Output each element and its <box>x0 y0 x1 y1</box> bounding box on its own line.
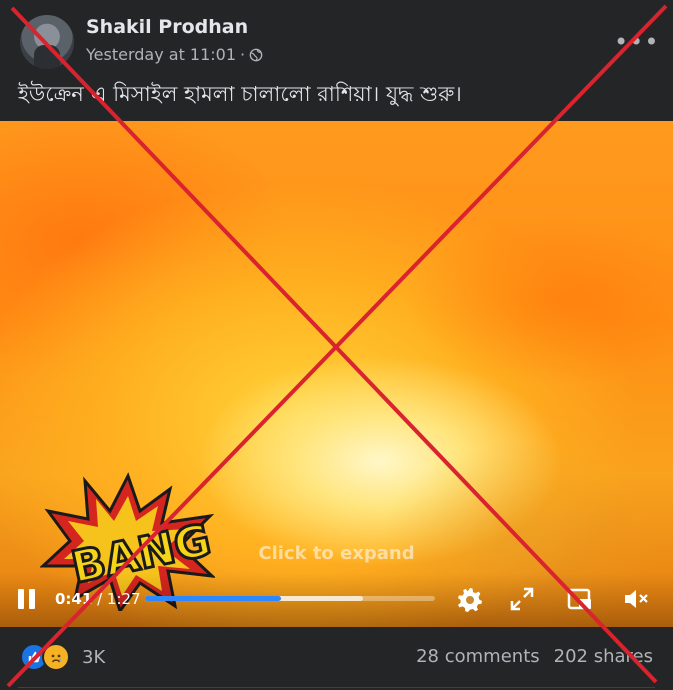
gear-icon[interactable] <box>456 585 484 613</box>
comments-count[interactable]: 28 comments <box>416 646 540 667</box>
author-avatar[interactable] <box>20 15 74 69</box>
sad-icon <box>42 643 70 671</box>
facebook-post: Shakil Prodhan Yesterday at 11:01 · ••• … <box>0 0 673 690</box>
current-time: 0:41 <box>55 590 93 608</box>
progress-played <box>145 596 282 601</box>
meta-separator: · <box>240 45 246 64</box>
globe-icon <box>249 48 263 61</box>
reactions-summary[interactable]: 3K <box>20 643 105 671</box>
duration: 1:27 <box>106 590 141 608</box>
video-controls: 0:41 / 1:27 <box>0 573 673 627</box>
shares-count[interactable]: 202 shares <box>554 646 653 667</box>
reaction-count: 3K <box>82 646 106 668</box>
post-header: Shakil Prodhan Yesterday at 11:01 · ••• … <box>0 0 673 120</box>
video-progress-bar[interactable] <box>145 596 435 601</box>
video-time: 0:41 / 1:27 <box>55 590 141 608</box>
post-footer: 3K 28 comments 202 shares <box>0 627 673 690</box>
post-timestamp[interactable]: Yesterday at 11:01 <box>86 45 236 64</box>
pause-icon[interactable] <box>18 589 36 609</box>
footer-divider <box>18 687 655 688</box>
click-to-expand-label[interactable]: Click to expand <box>0 543 673 564</box>
mute-icon[interactable] <box>622 585 650 613</box>
pip-icon[interactable] <box>566 585 594 613</box>
video-player[interactable]: BANG Click to expand 0:41 / 1:27 <box>0 121 673 627</box>
post-text: ইউক্রেন এ মিসাইল হামলা চালালো রাশিয়া। য… <box>18 82 462 106</box>
author-name[interactable]: Shakil Prodhan <box>86 16 248 38</box>
more-options-button[interactable]: ••• <box>614 28 659 56</box>
post-stats: 28 comments 202 shares <box>416 646 653 667</box>
fullscreen-icon[interactable] <box>508 585 536 613</box>
time-separator: / <box>92 590 107 608</box>
post-meta: Yesterday at 11:01 · <box>86 45 263 64</box>
